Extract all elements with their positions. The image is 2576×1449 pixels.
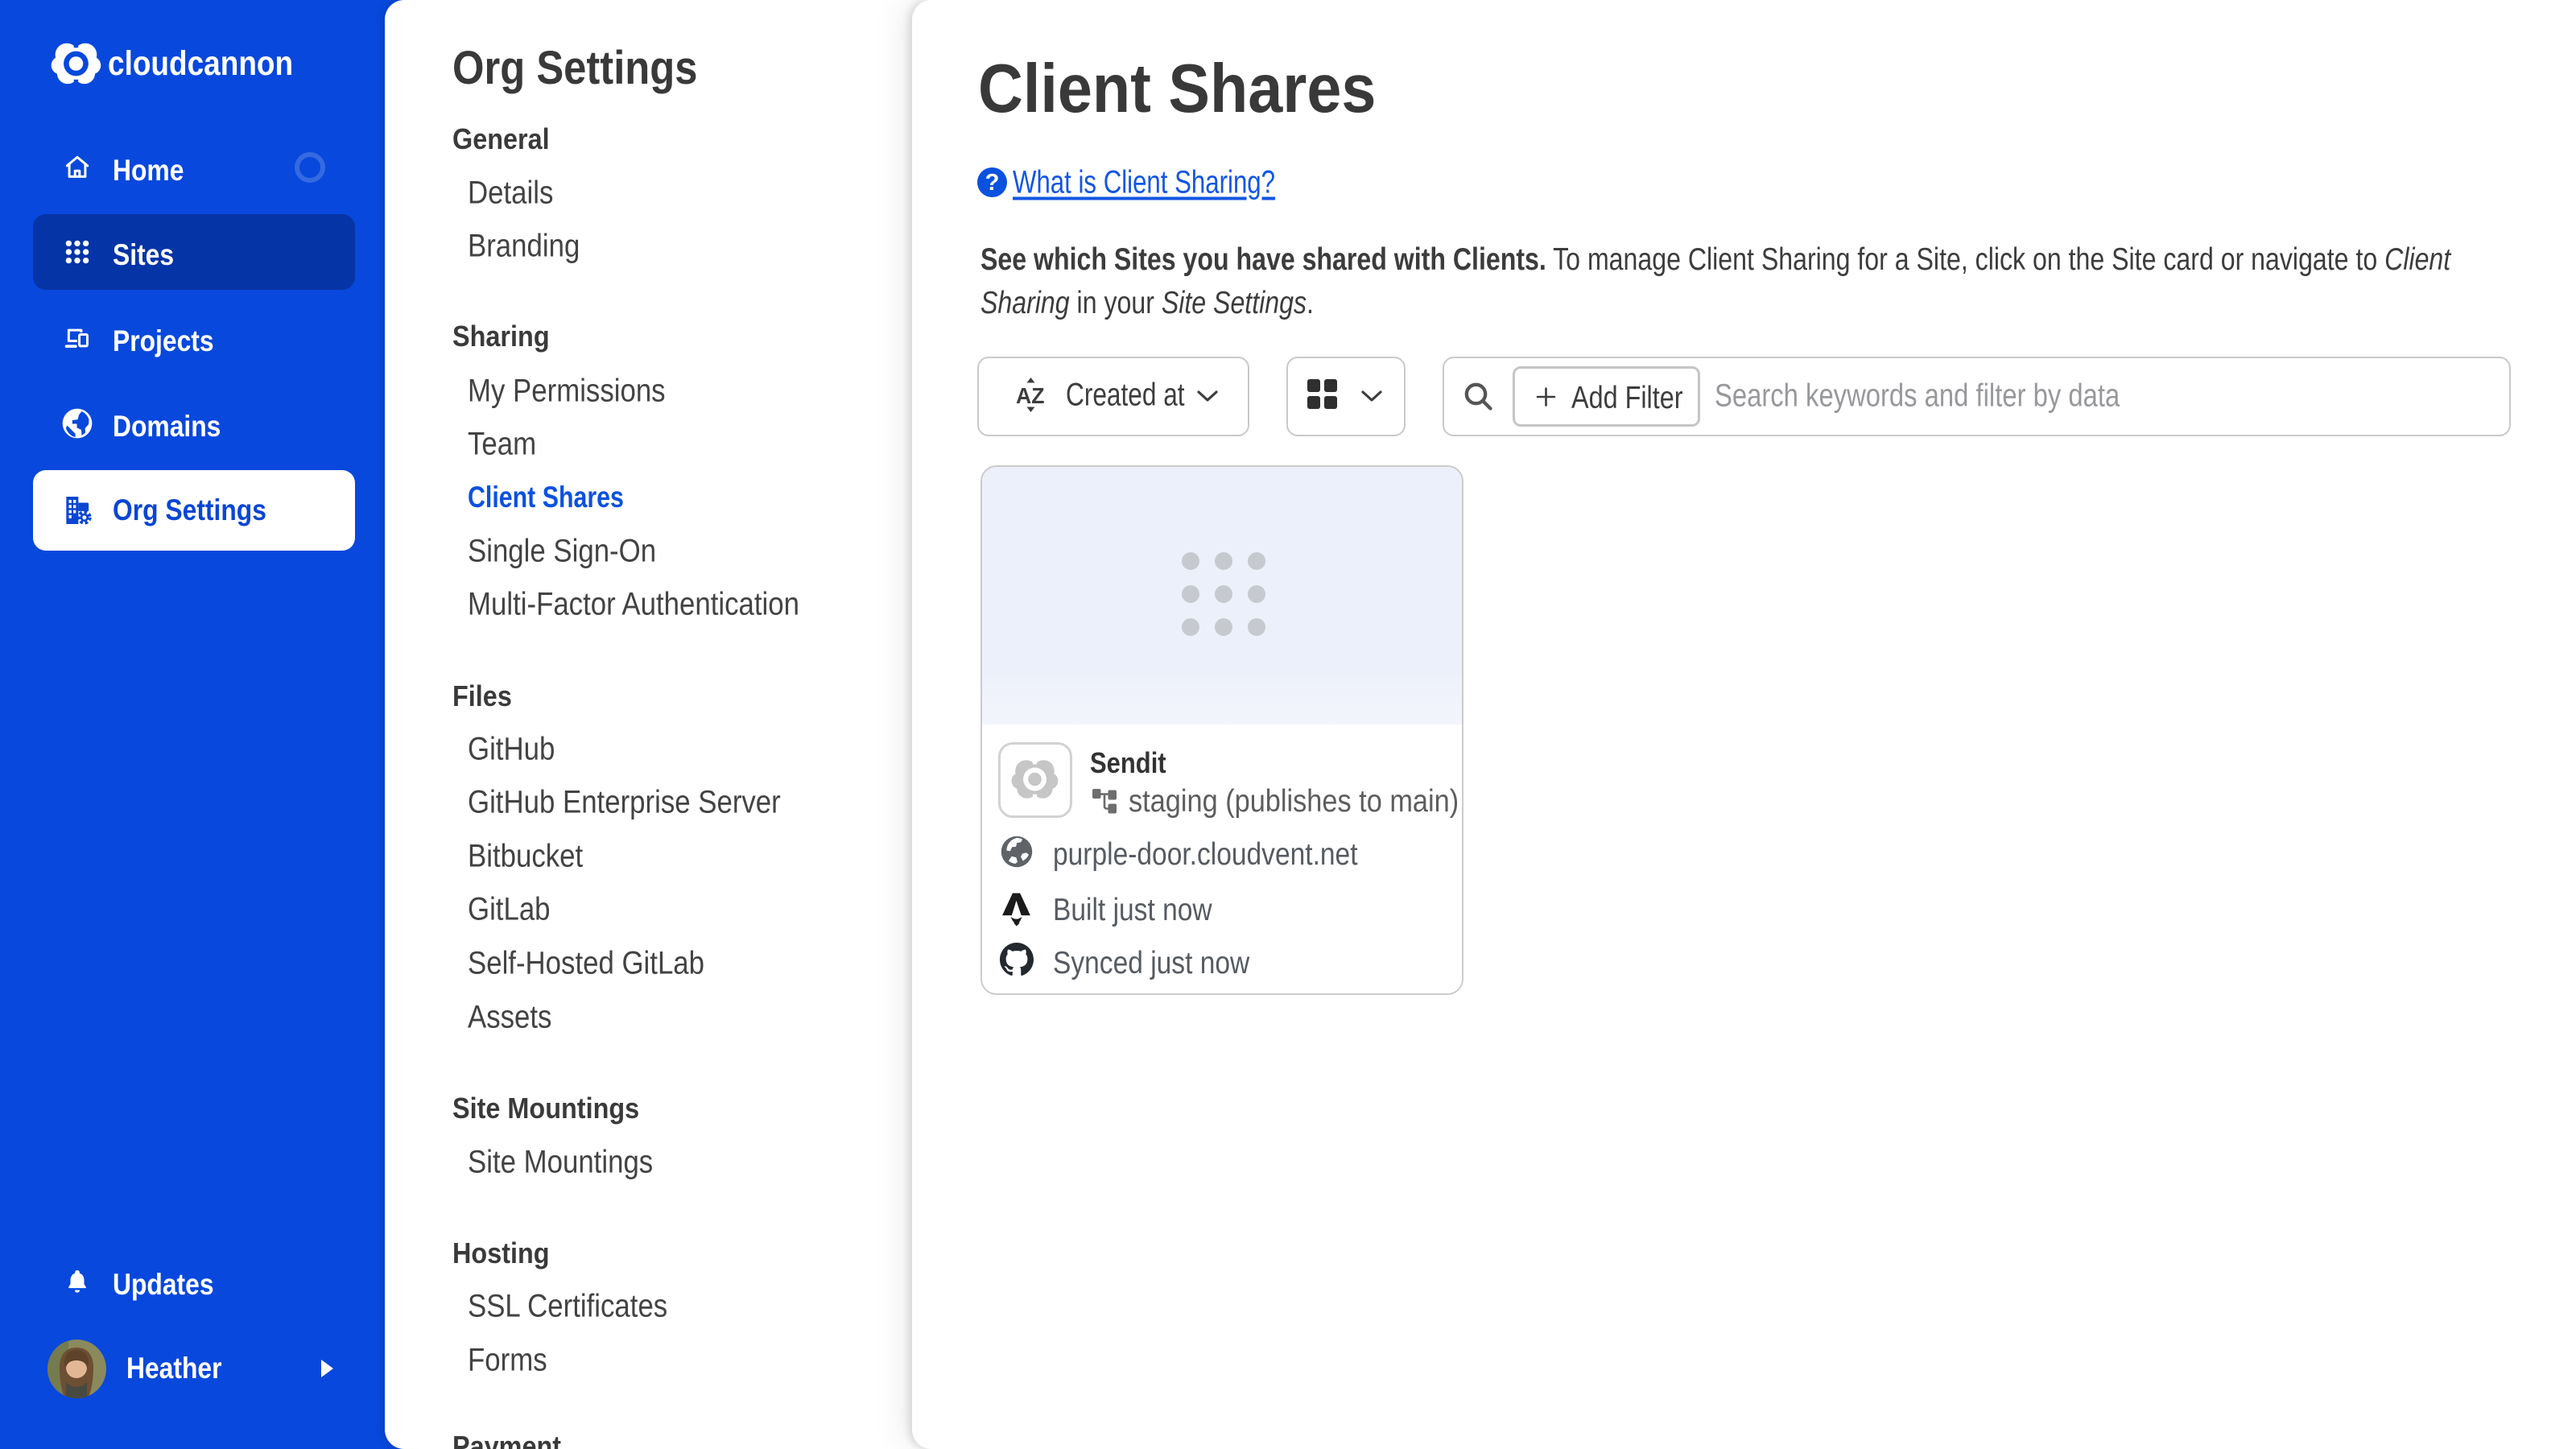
svg-text:AZ: AZ bbox=[1016, 382, 1044, 408]
